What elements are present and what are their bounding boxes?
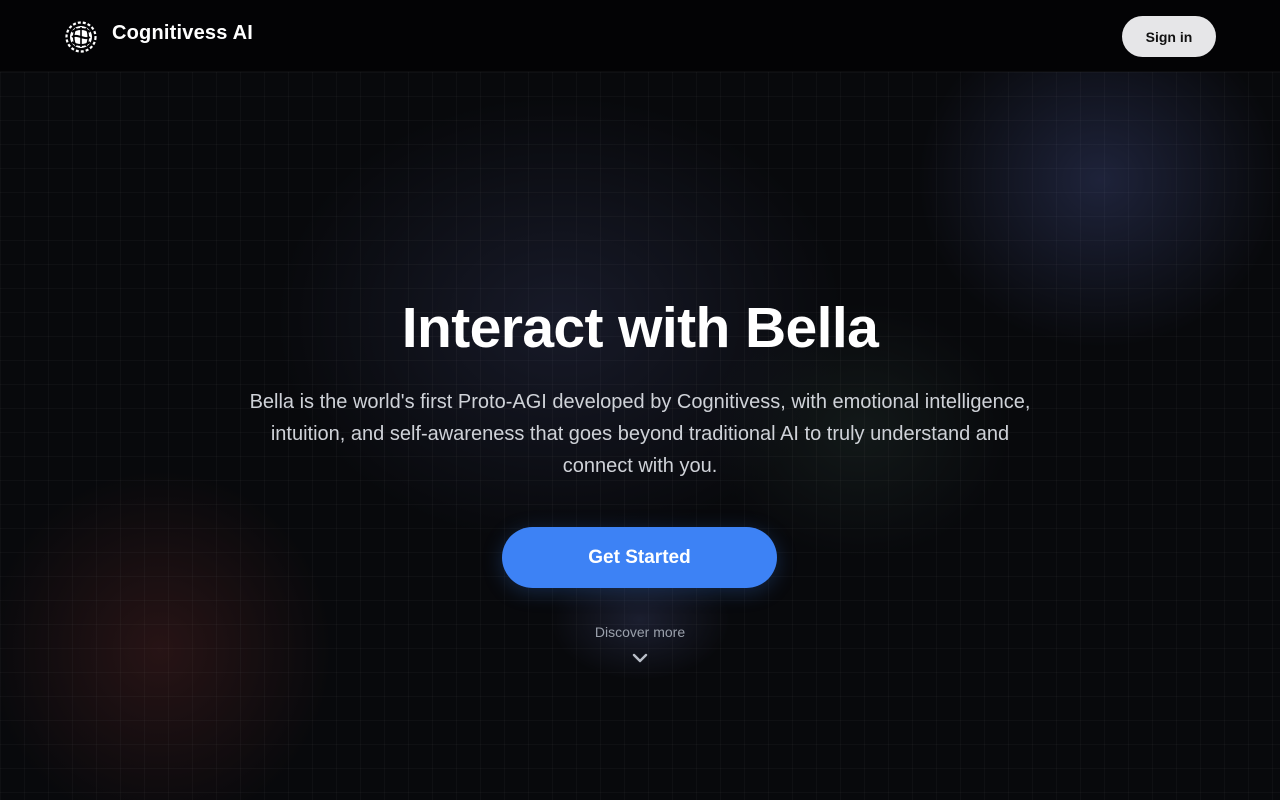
brain-knot-logo-icon	[65, 21, 97, 53]
landing-page: Cognitivess AI Sign in Interact with Bel…	[0, 0, 1280, 800]
hero-title: Interact with Bella	[401, 296, 879, 360]
brand-name[interactable]: Cognitivess AI	[112, 22, 253, 45]
discover-more-link[interactable]: Discover more	[540, 618, 740, 688]
brand-logo-link[interactable]	[64, 19, 100, 55]
chevron-down-icon	[632, 653, 648, 663]
get-started-button[interactable]: Get Started	[502, 527, 777, 588]
hero-description: Bella is the world's first Proto-AGI dev…	[249, 391, 1031, 477]
discover-more-label: Discover more	[594, 624, 686, 640]
sign-in-button[interactable]: Sign in	[1122, 16, 1216, 57]
top-navbar: Cognitivess AI Sign in	[0, 0, 1280, 72]
